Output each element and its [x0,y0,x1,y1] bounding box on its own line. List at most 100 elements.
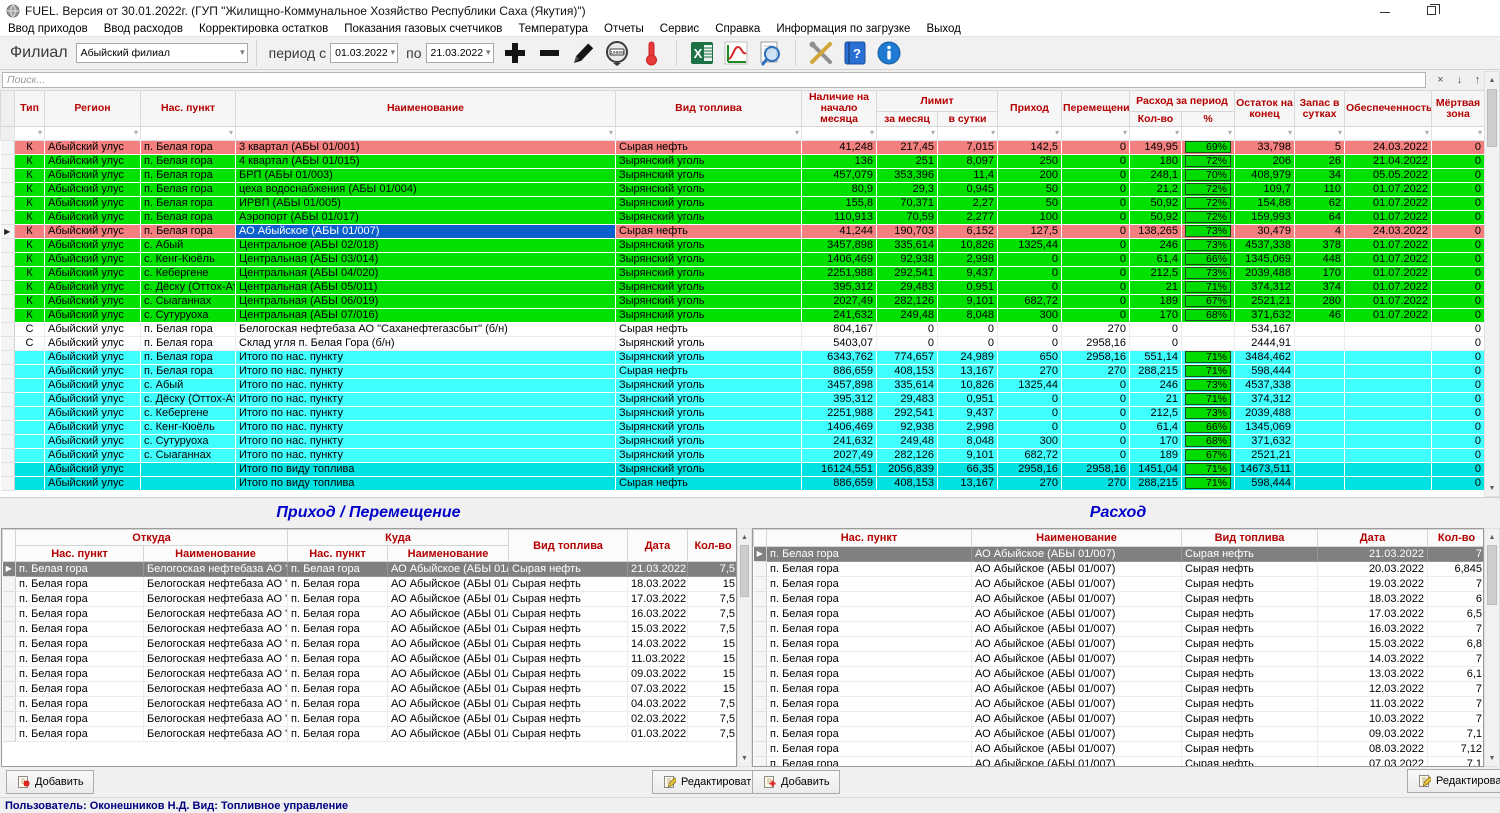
cell-fuel[interactable]: Сырая нефть [509,727,628,742]
cell-limit-day[interactable]: 0,951 [938,393,998,407]
cell-limit-day[interactable]: 9,101 [938,295,998,309]
cell-start[interactable]: 804,167 [802,323,877,337]
add-record-button[interactable] [500,38,530,68]
cell-dead-zone[interactable]: 0 [1432,407,1485,421]
cell-remainder[interactable]: 109,7 [1235,183,1295,197]
cell-expense-pct[interactable]: 73% [1182,225,1235,239]
cell-region[interactable]: Абыйский улус [45,407,141,421]
export-excel-button[interactable]: X [687,38,717,68]
cell-fuel[interactable]: Сырая нефть [616,477,802,491]
cell-provision[interactable]: 21.04.2022 [1345,155,1432,169]
search-input[interactable] [2,72,1426,88]
cell-expense-qty[interactable]: 21 [1130,393,1182,407]
cell-dead-zone[interactable]: 0 [1432,295,1485,309]
table-row[interactable]: Абыйский улусс. СыаганнахИтого по нас. п… [1,449,1485,463]
scroll-down-icon[interactable]: ▼ [1485,481,1499,495]
cell-provision[interactable]: 01.07.2022 [1345,239,1432,253]
cell-remainder[interactable]: 374,312 [1235,281,1295,295]
cell-expense-pct[interactable]: 71% [1182,463,1235,477]
cell-start[interactable]: 41,244 [802,225,877,239]
cell-provision[interactable] [1345,351,1432,365]
cell-days-stock[interactable] [1295,407,1345,421]
cell-region[interactable]: Абыйский улус [45,141,141,155]
cell-days-stock[interactable] [1295,393,1345,407]
col-header-date[interactable]: Дата [1318,530,1428,547]
col-header-limit-group[interactable]: Лимит [877,91,998,112]
table-row[interactable]: КАбыйский улусс. СыаганнахЦентральная (А… [1,295,1485,309]
cell-remainder[interactable]: 1345,069 [1235,253,1295,267]
cell-fuel[interactable]: Сырая нефть [1182,577,1318,592]
cell-qty[interactable]: 7,1 [1428,757,1485,768]
col-header-dead-zone[interactable]: Мёртвая зона [1432,91,1485,127]
cell-name[interactable]: АО Абыйское (АБЫ 01/007) [972,652,1182,667]
cell-settlement[interactable]: п. Белая гора [767,712,972,727]
cell-to-name[interactable]: АО Абыйское (АБЫ 01/007) [388,682,509,697]
cell-limit-day[interactable]: 2,27 [938,197,998,211]
cell-limit-month[interactable]: 292,541 [877,267,938,281]
cell-date[interactable]: 07.03.2022 [628,682,688,697]
cell-name[interactable]: АО Абыйское (АБЫ 01/007) [972,637,1182,652]
cell-fuel[interactable]: Зырянский уголь [616,169,802,183]
cell-name[interactable]: Центральное (АБЫ 02/018) [236,239,616,253]
cell-income[interactable]: 1325,44 [998,239,1062,253]
cell-date[interactable]: 02.03.2022 [628,712,688,727]
delete-record-button[interactable] [534,38,564,68]
table-row[interactable]: п. Белая гораАО Абыйское (АБЫ 01/007)Сыр… [754,682,1485,697]
cell-qty[interactable]: 6,5 [1428,607,1485,622]
table-row[interactable]: Абыйский улусп. Белая гораИтого по нас. … [1,351,1485,365]
cell-to-settlement[interactable]: п. Белая гора [288,652,388,667]
cell-remainder[interactable]: 408,979 [1235,169,1295,183]
cell-date[interactable]: 18.03.2022 [628,577,688,592]
cell-name[interactable]: цеха водоснабжения (АБЫ 01/004) [236,183,616,197]
col-header-type[interactable]: Тип [15,91,45,127]
cell-expense-pct[interactable]: 68% [1182,309,1235,323]
cell-days-stock[interactable] [1295,323,1345,337]
cell-fuel[interactable]: Зырянский уголь [616,393,802,407]
col-header-limit-month[interactable]: за месяц [877,112,938,127]
cell-region[interactable]: Абыйский улус [45,239,141,253]
cell-remainder[interactable]: 33,798 [1235,141,1295,155]
table-row[interactable]: КАбыйский улусп. Белая гораБРП (АБЫ 01/0… [1,169,1485,183]
cell-from-name[interactable]: Белогоская нефтебаза АО "Са [144,697,288,712]
cell-provision[interactable] [1345,379,1432,393]
table-row[interactable]: ▶п. Белая гораАО Абыйское (АБЫ 01/007)Сы… [754,547,1485,562]
cell-settlement[interactable]: с. Кенг-Кюёль [141,253,236,267]
cell-fuel[interactable]: Сырая нефть [1182,607,1318,622]
table-row[interactable]: КАбыйский улусс. АбыйЦентральное (АБЫ 02… [1,239,1485,253]
cell-provision[interactable] [1345,463,1432,477]
cell-from-name[interactable]: Белогоская нефтебаза АО "Са [144,682,288,697]
cell-region[interactable]: Абыйский улус [45,253,141,267]
cell-date[interactable]: 20.03.2022 [1318,562,1428,577]
cell-expense-qty[interactable]: 50,92 [1130,211,1182,225]
cell-limit-day[interactable]: 0,945 [938,183,998,197]
cell-days-stock[interactable]: 34 [1295,169,1345,183]
cell-income[interactable]: 2958,16 [998,463,1062,477]
scroll-down-icon[interactable]: ▼ [1485,751,1499,765]
cell-limit-day[interactable]: 2,998 [938,253,998,267]
cell-remainder[interactable]: 2039,488 [1235,267,1295,281]
cell-start[interactable]: 395,312 [802,393,877,407]
clear-search-icon[interactable]: × [1432,72,1449,88]
cell-settlement[interactable]: п. Белая гора [141,211,236,225]
cell-region[interactable]: Абыйский улус [45,183,141,197]
cell-remainder[interactable]: 2521,21 [1235,295,1295,309]
cell-fuel[interactable]: Сырая нефть [1182,592,1318,607]
table-row[interactable]: САбыйский улусп. Белая гораБелогоская не… [1,323,1485,337]
cell-date[interactable]: 10.03.2022 [1318,712,1428,727]
cell-expense-qty[interactable]: 212,5 [1130,267,1182,281]
cell-limit-day[interactable]: 9,101 [938,449,998,463]
cell-provision[interactable]: 05.05.2022 [1345,169,1432,183]
cell-income[interactable]: 0 [998,337,1062,351]
cell-income[interactable]: 100 [998,211,1062,225]
cell-date[interactable]: 04.03.2022 [628,697,688,712]
cell-region[interactable]: Абыйский улус [45,477,141,491]
cell-expense-pct[interactable]: 66% [1182,253,1235,267]
cell-name[interactable]: Центральная (АБЫ 05/011) [236,281,616,295]
cell-movement[interactable]: 0 [1062,421,1130,435]
cell-name[interactable]: АО Абыйское (АБЫ 01/007) [972,757,1182,768]
chart-button[interactable] [721,38,751,68]
cell-fuel[interactable]: Зырянский уголь [616,407,802,421]
maximize-button[interactable] [1408,0,1454,21]
cell-expense-pct[interactable]: 71% [1182,477,1235,491]
table-row[interactable]: п. Белая гораАО Абыйское (АБЫ 01/007)Сыр… [754,742,1485,757]
